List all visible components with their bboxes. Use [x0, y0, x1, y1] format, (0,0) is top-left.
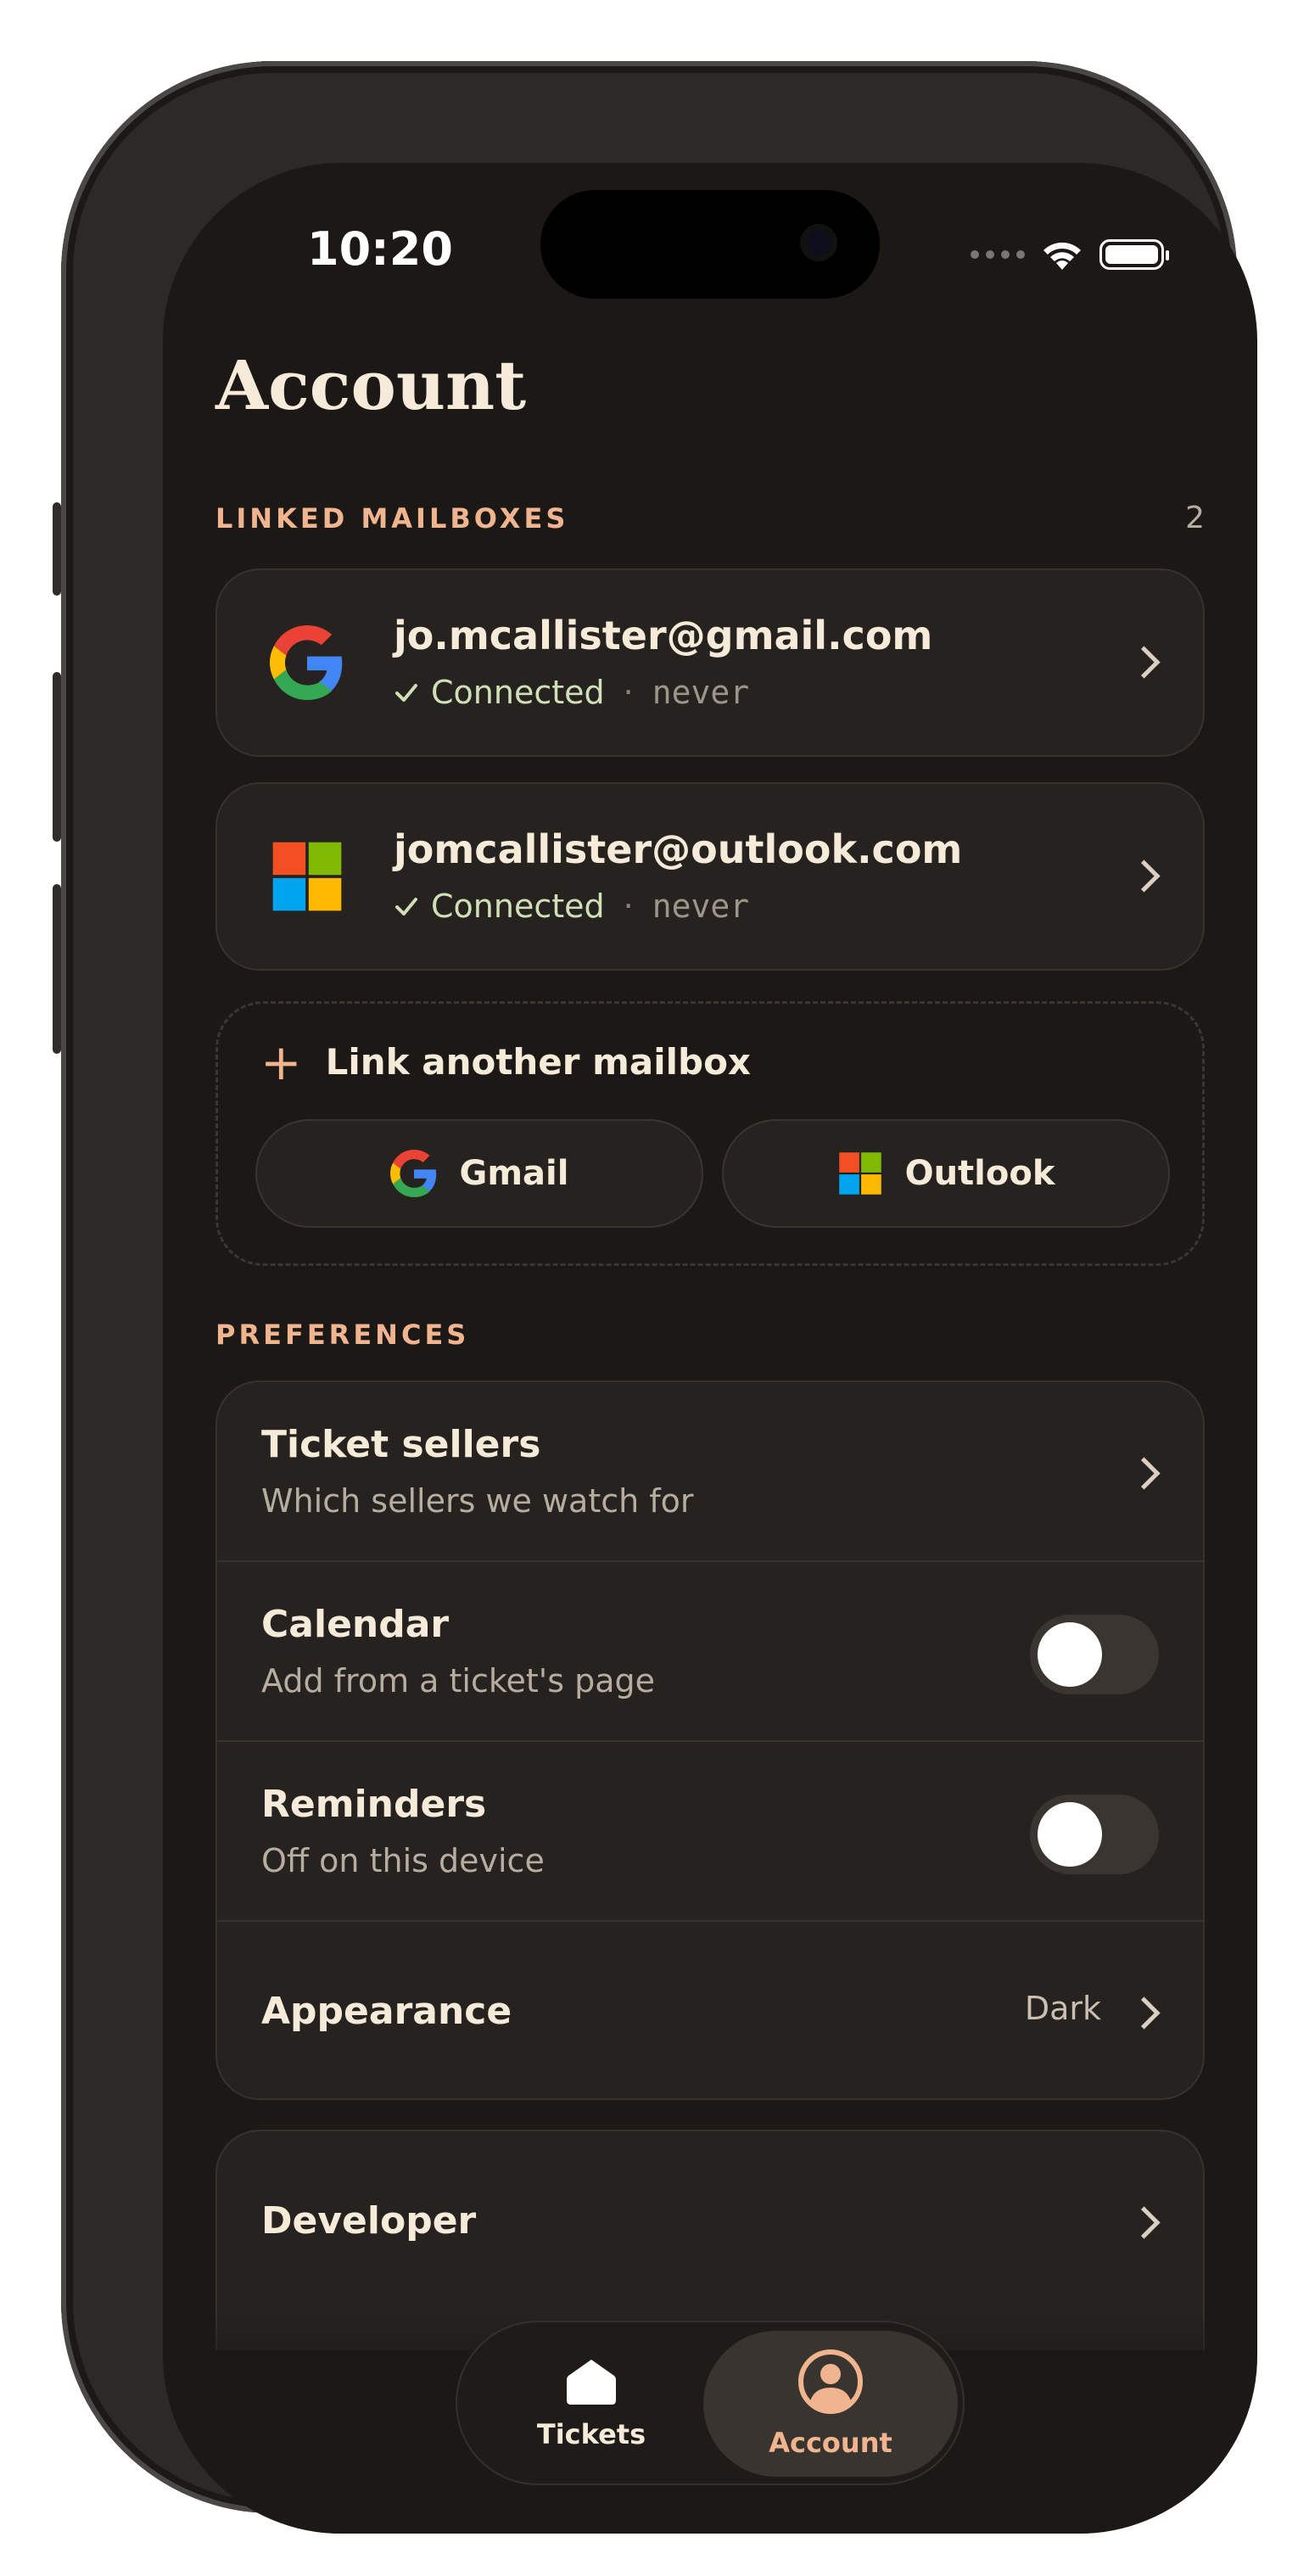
- row-subtitle: Off on this device: [261, 1842, 545, 1879]
- page-title: Account: [215, 345, 527, 425]
- preferences-card: Ticket sellers Which sellers we watch fo…: [215, 1380, 1205, 2100]
- row-title: Calendar: [261, 1603, 450, 1646]
- chevron-right-icon: [1127, 1457, 1161, 1490]
- row-title: Developer: [261, 2199, 477, 2243]
- gmail-button-label: Gmail: [459, 1154, 569, 1193]
- tab-tickets[interactable]: Tickets: [464, 2331, 719, 2477]
- pref-row-ticket-sellers[interactable]: Ticket sellers Which sellers we watch fo…: [217, 1382, 1203, 1562]
- toggle-knob: [1038, 1802, 1102, 1867]
- mailbox-status: Connected · never: [394, 888, 749, 925]
- google-icon: [270, 625, 343, 700]
- mailbox-status: Connected · never: [394, 674, 749, 711]
- status-text: Connected: [431, 674, 605, 711]
- calendar-toggle[interactable]: [1030, 1615, 1159, 1694]
- phone-frame: 10:20 Account LINKED MAILBOXES 2 jo.mcal…: [53, 61, 1257, 2534]
- action-button: [53, 502, 61, 596]
- chevron-right-icon: [1127, 646, 1161, 679]
- linked-mailboxes-label: LINKED MAILBOXES: [215, 502, 569, 535]
- tab-label: Account: [769, 2427, 892, 2459]
- check-icon: [395, 684, 417, 702]
- camera-icon: [800, 224, 837, 261]
- plus-icon: +: [260, 1033, 302, 1091]
- chevron-right-icon: [1127, 1996, 1161, 2030]
- chevron-right-icon: [1127, 2206, 1161, 2239]
- last-sync-text: never: [652, 888, 750, 925]
- pref-row-appearance[interactable]: Appearance Dark: [217, 1922, 1203, 2102]
- mailbox-email: jomcallister@outlook.com: [394, 826, 963, 872]
- status-text: Connected: [431, 888, 605, 925]
- tab-account[interactable]: Account: [703, 2331, 958, 2477]
- home-icon: [567, 2360, 616, 2405]
- row-title: Appearance: [261, 1990, 512, 2033]
- volume-down-button: [53, 884, 61, 1054]
- row-title: Reminders: [261, 1783, 487, 1826]
- mailbox-card-gmail[interactable]: jo.mcallister@gmail.com Connected · neve…: [215, 568, 1205, 757]
- tab-label: Tickets: [536, 2418, 646, 2450]
- link-outlook-button[interactable]: Outlook: [722, 1119, 1170, 1228]
- separator: ·: [623, 674, 634, 711]
- mailbox-count: 2: [1185, 501, 1205, 535]
- volume-up-button: [53, 672, 61, 842]
- mailbox-email: jo.mcallister@gmail.com: [394, 613, 933, 658]
- google-icon: [389, 1150, 436, 1197]
- chevron-right-icon: [1127, 860, 1161, 893]
- battery-icon: [1099, 239, 1169, 270]
- microsoft-icon: [272, 842, 342, 911]
- tab-bar: Tickets Account: [456, 2321, 965, 2485]
- pref-row-reminders: Reminders Off on this device: [217, 1742, 1203, 1922]
- microsoft-icon: [838, 1152, 881, 1195]
- status-time: 10:20: [307, 222, 453, 276]
- separator: ·: [623, 888, 634, 925]
- person-icon: [798, 2349, 863, 2414]
- screen: 10:20 Account LINKED MAILBOXES 2 jo.mcal…: [163, 163, 1257, 2534]
- toggle-knob: [1038, 1622, 1102, 1687]
- last-sync-text: never: [652, 674, 750, 711]
- check-icon: [395, 898, 417, 916]
- row-title: Ticket sellers: [261, 1423, 541, 1466]
- dynamic-island: [540, 190, 880, 299]
- link-another-mailbox[interactable]: + Link another mailbox: [260, 1033, 752, 1091]
- status-icons: [971, 238, 1169, 272]
- row-subtitle: Which sellers we watch for: [261, 1482, 694, 1520]
- preferences-label: PREFERENCES: [215, 1319, 470, 1351]
- link-mailbox-panel: + Link another mailbox Gmail Outlook: [215, 1001, 1205, 1266]
- pref-row-calendar: Calendar Add from a ticket's page: [217, 1562, 1203, 1742]
- link-gmail-button[interactable]: Gmail: [255, 1119, 703, 1228]
- mailbox-card-outlook[interactable]: jomcallister@outlook.com Connected · nev…: [215, 782, 1205, 971]
- link-another-label: Link another mailbox: [325, 1041, 752, 1083]
- appearance-value: Dark: [1024, 1990, 1101, 2027]
- wifi-icon: [1043, 242, 1081, 270]
- reminders-toggle[interactable]: [1030, 1795, 1159, 1874]
- signal-icon: [971, 250, 1025, 259]
- outlook-button-label: Outlook: [904, 1154, 1055, 1193]
- row-subtitle: Add from a ticket's page: [261, 1662, 656, 1700]
